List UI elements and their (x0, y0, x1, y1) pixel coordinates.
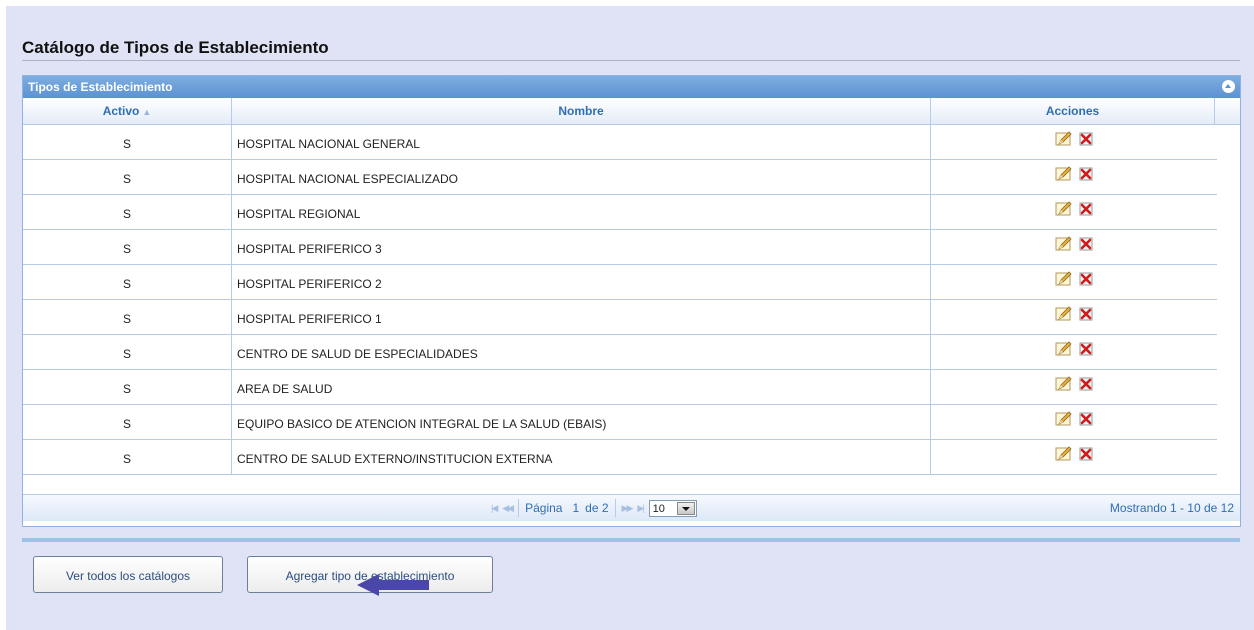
edit-icon[interactable] (1055, 376, 1073, 392)
delete-icon[interactable] (1078, 236, 1094, 252)
activo-cell: S (23, 195, 232, 229)
next-page-icon[interactable]: ▶▶ (622, 503, 634, 514)
nombre-cell: HOSPITAL PERIFERICO 3 (232, 230, 931, 264)
actions-cell (931, 230, 1217, 264)
current-page[interactable]: 1 (572, 501, 579, 515)
chevron-down-icon[interactable] (676, 501, 695, 515)
table-row[interactable]: S HOSPITAL NACIONAL ESPECIALIZADO (23, 160, 1217, 195)
edit-icon[interactable] (1055, 271, 1073, 287)
delete-icon[interactable] (1078, 341, 1094, 357)
table-row[interactable]: S HOSPITAL PERIFERICO 1 (23, 300, 1217, 335)
delete-icon[interactable] (1078, 376, 1094, 392)
view-all-catalogs-button[interactable]: Ver todos los catálogos (33, 556, 223, 593)
edit-icon[interactable] (1055, 201, 1073, 217)
actions-cell (931, 160, 1217, 194)
page-title: Catálogo de Tipos de Establecimiento (22, 38, 329, 57)
column-header-acciones[interactable]: Acciones (931, 98, 1215, 124)
first-page-icon[interactable]: |◀ (491, 503, 498, 514)
edit-icon[interactable] (1055, 236, 1073, 252)
nombre-cell: HOSPITAL PERIFERICO 1 (232, 300, 931, 334)
grid-header: Activo ▲ Nombre Acciones (23, 98, 1240, 125)
table-row[interactable]: S EQUIPO BASICO DE ATENCION INTEGRAL DE L… (23, 405, 1217, 440)
page-count: de 2 (585, 501, 609, 515)
activo-cell: S (23, 160, 232, 194)
actions-cell (931, 405, 1217, 439)
actions-cell (931, 440, 1217, 474)
nombre-cell: AREA DE SALUD (232, 370, 931, 404)
page-size-select[interactable]: 10 (648, 499, 697, 517)
edit-icon[interactable] (1055, 131, 1073, 147)
activo-cell: S (23, 370, 232, 404)
grid-caption-label: Tipos de Establecimiento (28, 80, 173, 94)
actions-cell (931, 125, 1217, 159)
table-row[interactable]: S HOSPITAL PERIFERICO 2 (23, 265, 1217, 300)
prev-page-icon[interactable]: ◀◀ (502, 503, 514, 514)
nombre-cell: HOSPITAL NACIONAL ESPECIALIZADO (232, 160, 931, 194)
edit-icon[interactable] (1055, 341, 1073, 357)
pager-controls: |◀ ◀◀ Página 1 de 2 ▶▶ ▶| 10 (491, 498, 697, 518)
nombre-cell: CENTRO DE SALUD DE ESPECIALIDADES (232, 335, 931, 369)
delete-icon[interactable] (1078, 306, 1094, 322)
collapse-icon[interactable] (1222, 80, 1235, 93)
grid-pager: |◀ ◀◀ Página 1 de 2 ▶▶ ▶| 10 Mostrando 1… (23, 494, 1240, 521)
types-grid: Tipos de Establecimiento Activo ▲ Nombre … (22, 75, 1241, 527)
delete-icon[interactable] (1078, 271, 1094, 287)
delete-icon[interactable] (1078, 201, 1094, 217)
edit-icon[interactable] (1055, 446, 1073, 462)
title-divider (22, 60, 1240, 61)
activo-cell: S (23, 230, 232, 264)
table-row[interactable]: S HOSPITAL NACIONAL GENERAL (23, 125, 1217, 160)
arrow-pointer-icon (357, 574, 429, 596)
actions-cell (931, 300, 1217, 334)
table-row[interactable]: S CENTRO DE SALUD DE ESPECIALIDADES (23, 335, 1217, 370)
activo-cell: S (23, 405, 232, 439)
edit-icon[interactable] (1055, 306, 1073, 322)
grid-caption: Tipos de Establecimiento (23, 76, 1240, 98)
table-row[interactable]: S HOSPITAL PERIFERICO 3 (23, 230, 1217, 265)
actions-cell (931, 195, 1217, 229)
pager-separator (518, 499, 520, 517)
delete-icon[interactable] (1078, 411, 1094, 427)
page-label: Página (525, 501, 563, 515)
section-divider (22, 538, 1240, 542)
edit-icon[interactable] (1055, 166, 1073, 182)
records-info: Mostrando 1 - 10 de 12 (1109, 501, 1234, 515)
table-row[interactable]: S CENTRO DE SALUD EXTERNO/INSTITUCION EXT… (23, 440, 1217, 475)
nombre-cell: HOSPITAL PERIFERICO 2 (232, 265, 931, 299)
nombre-cell: HOSPITAL NACIONAL GENERAL (232, 125, 931, 159)
pager-separator (614, 499, 616, 517)
nombre-cell: HOSPITAL REGIONAL (232, 195, 931, 229)
actions-cell (931, 265, 1217, 299)
nombre-cell: CENTRO DE SALUD EXTERNO/INSTITUCION EXTE… (232, 440, 931, 474)
edit-icon[interactable] (1055, 411, 1073, 427)
activo-cell: S (23, 265, 232, 299)
sort-asc-icon: ▲ (142, 107, 152, 117)
nombre-cell: EQUIPO BASICO DE ATENCION INTEGRAL DE LA… (232, 405, 931, 439)
column-header-nombre[interactable]: Nombre (232, 98, 931, 124)
delete-icon[interactable] (1078, 166, 1094, 182)
activo-cell: S (23, 440, 232, 474)
activo-cell: S (23, 335, 232, 369)
actions-cell (931, 335, 1217, 369)
delete-icon[interactable] (1078, 131, 1094, 147)
actions-cell (931, 370, 1217, 404)
last-page-icon[interactable]: ▶| (637, 503, 644, 514)
activo-cell: S (23, 300, 232, 334)
table-row[interactable]: S HOSPITAL REGIONAL (23, 195, 1217, 230)
activo-cell: S (23, 125, 232, 159)
table-row[interactable]: S AREA DE SALUD (23, 370, 1217, 405)
grid-body: S HOSPITAL NACIONAL GENERAL S HOSPITAL NACI… (23, 125, 1217, 475)
column-header-activo[interactable]: Activo ▲ (23, 98, 232, 124)
delete-icon[interactable] (1078, 446, 1094, 462)
